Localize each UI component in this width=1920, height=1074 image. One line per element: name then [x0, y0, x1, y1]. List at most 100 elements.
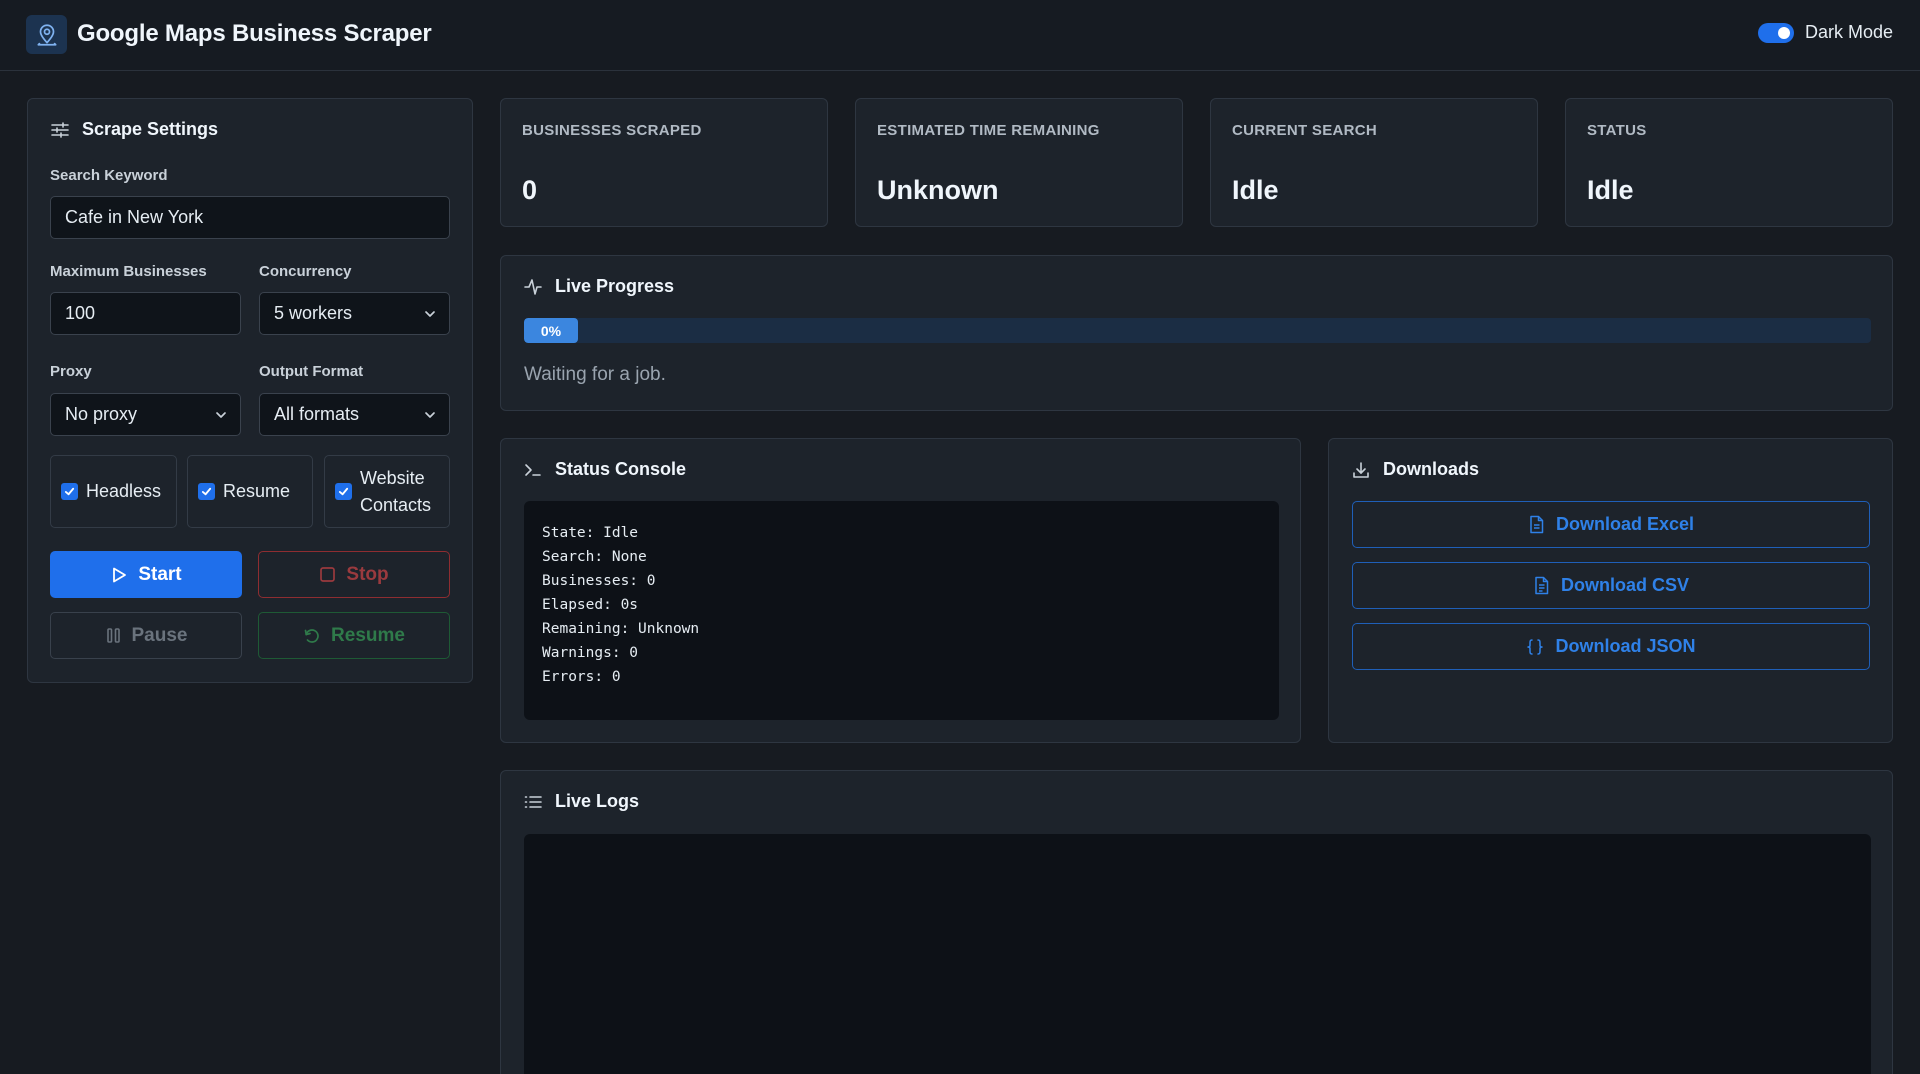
live-progress-panel: Live Progress 0% Waiting for a job. [500, 255, 1893, 411]
businesses-scraped-value: 0 [522, 175, 538, 205]
stop-button[interactable]: Stop [258, 551, 450, 598]
console-line: State: Idle [542, 525, 639, 541]
website-contacts-label-line2: Contacts [360, 494, 432, 515]
pause-label: Pause [131, 624, 188, 646]
downloads-title: Downloads [1351, 459, 1479, 480]
time-remaining-value: Unknown [877, 175, 999, 205]
headless-option[interactable]: Headless [50, 455, 177, 528]
download-excel-button[interactable]: Download Excel [1352, 501, 1870, 548]
file-spreadsheet-icon [1528, 515, 1545, 534]
time-remaining-label: ESTIMATED TIME REMAINING [877, 122, 1100, 139]
rotate-icon [303, 627, 321, 645]
status-value: Idle [1587, 175, 1634, 205]
play-icon [110, 566, 128, 584]
scrape-settings-heading: Scrape Settings [82, 119, 219, 139]
console-line: Businesses: 0 [542, 573, 656, 589]
pause-button[interactable]: Pause [50, 612, 242, 659]
activity-icon [523, 277, 543, 297]
resume-button[interactable]: Resume [258, 612, 450, 659]
status-console-panel: Status Console State: Idle Search: None … [500, 438, 1301, 743]
start-button[interactable]: Start [50, 551, 242, 598]
downloads-panel: Downloads Download Excel Download CSV Do… [1328, 438, 1893, 743]
proxy-label: Proxy [50, 363, 92, 380]
terminal-icon [523, 460, 543, 480]
resume-option-label: Resume [223, 481, 291, 501]
scrape-settings-panel: Scrape Settings Search Keyword Cafe in N… [27, 98, 473, 683]
time-remaining-card: ESTIMATED TIME REMAINING Unknown [855, 98, 1183, 227]
live-progress-title: Live Progress [523, 276, 674, 297]
headless-checkbox[interactable] [61, 483, 78, 500]
console-line: Remaining: Unknown [542, 621, 700, 637]
search-keyword-label: Search Keyword [50, 167, 168, 184]
proxy-value: No proxy [65, 404, 138, 424]
sliders-icon [50, 120, 70, 140]
console-line: Warnings: 0 [542, 645, 639, 661]
dark-mode-control: Dark Mode [1757, 22, 1893, 43]
progress-bar: 0% [524, 318, 1871, 343]
output-format-value: All formats [274, 404, 360, 424]
status-label: STATUS [1587, 122, 1647, 139]
resume-checkbox[interactable] [198, 483, 215, 500]
website-contacts-checkbox[interactable] [335, 483, 352, 500]
chevron-down-icon [214, 408, 228, 422]
businesses-scraped-label: BUSINESSES SCRAPED [522, 122, 702, 139]
live-logs-panel: Live Logs [500, 770, 1893, 1074]
file-text-icon [1533, 576, 1550, 595]
headless-label: Headless [86, 481, 162, 501]
stop-icon [319, 566, 336, 583]
braces-icon [1526, 638, 1544, 656]
resume-option[interactable]: Resume [187, 455, 313, 528]
current-search-label: CURRENT SEARCH [1232, 122, 1378, 139]
concurrency-label: Concurrency [259, 263, 352, 280]
scrape-settings-title: Scrape Settings [50, 119, 218, 140]
output-format-label: Output Format [259, 363, 364, 380]
top-bar: Google Maps Business Scraper Dark Mode [0, 0, 1920, 71]
current-search-value: Idle [1232, 175, 1279, 205]
download-json-label: Download JSON [1555, 636, 1696, 656]
max-businesses-input[interactable]: 100 [50, 292, 241, 335]
progress-fill: 0% [524, 318, 578, 343]
concurrency-value: 5 workers [274, 303, 353, 323]
app-title: Google Maps Business Scraper [77, 20, 432, 47]
download-csv-label: Download CSV [1560, 575, 1689, 595]
status-console-heading: Status Console [555, 459, 687, 479]
live-logs-heading: Live Logs [555, 791, 640, 811]
download-json-button[interactable]: Download JSON [1352, 623, 1870, 670]
chevron-down-icon [423, 408, 437, 422]
output-format-select[interactable]: All formats [259, 393, 450, 436]
businesses-scraped-card: BUSINESSES SCRAPED 0 [500, 98, 828, 227]
progress-message: Waiting for a job. [524, 364, 666, 385]
console-line: Elapsed: 0s [542, 597, 639, 613]
download-excel-label: Download Excel [1555, 514, 1695, 534]
console-output: State: Idle Search: None Businesses: 0 E… [524, 501, 1279, 720]
stop-label: Stop [346, 563, 389, 585]
download-icon [1351, 460, 1371, 480]
console-line: Errors: 0 [542, 669, 621, 685]
live-logs-title: Live Logs [523, 791, 639, 812]
website-contacts-label-line1: Website [360, 467, 425, 488]
live-progress-heading: Live Progress [555, 276, 675, 296]
user-pin-icon [26, 15, 67, 54]
downloads-heading: Downloads [1383, 459, 1480, 479]
website-contacts-option[interactable]: Website Contacts [324, 455, 450, 528]
status-console-title: Status Console [523, 459, 686, 480]
dark-mode-label: Dark Mode [1804, 22, 1893, 42]
console-line: Search: None [542, 549, 647, 565]
list-icon [523, 792, 543, 812]
pause-icon [105, 627, 122, 644]
dark-mode-toggle[interactable] [1757, 22, 1794, 43]
start-label: Start [138, 563, 182, 585]
website-contacts-label: Website Contacts [360, 465, 431, 519]
proxy-select[interactable]: No proxy [50, 393, 241, 436]
search-keyword-value: Cafe in New York [65, 207, 204, 227]
download-csv-button[interactable]: Download CSV [1352, 562, 1870, 609]
concurrency-select[interactable]: 5 workers [259, 292, 450, 335]
max-businesses-label: Maximum Businesses [50, 263, 207, 280]
status-card: STATUS Idle [1565, 98, 1893, 227]
resume-label: Resume [331, 624, 405, 646]
chevron-down-icon [423, 307, 437, 321]
max-businesses-value: 100 [65, 303, 96, 323]
log-output [524, 834, 1871, 1074]
current-search-card: CURRENT SEARCH Idle [1210, 98, 1538, 227]
search-keyword-input[interactable]: Cafe in New York [50, 196, 450, 239]
